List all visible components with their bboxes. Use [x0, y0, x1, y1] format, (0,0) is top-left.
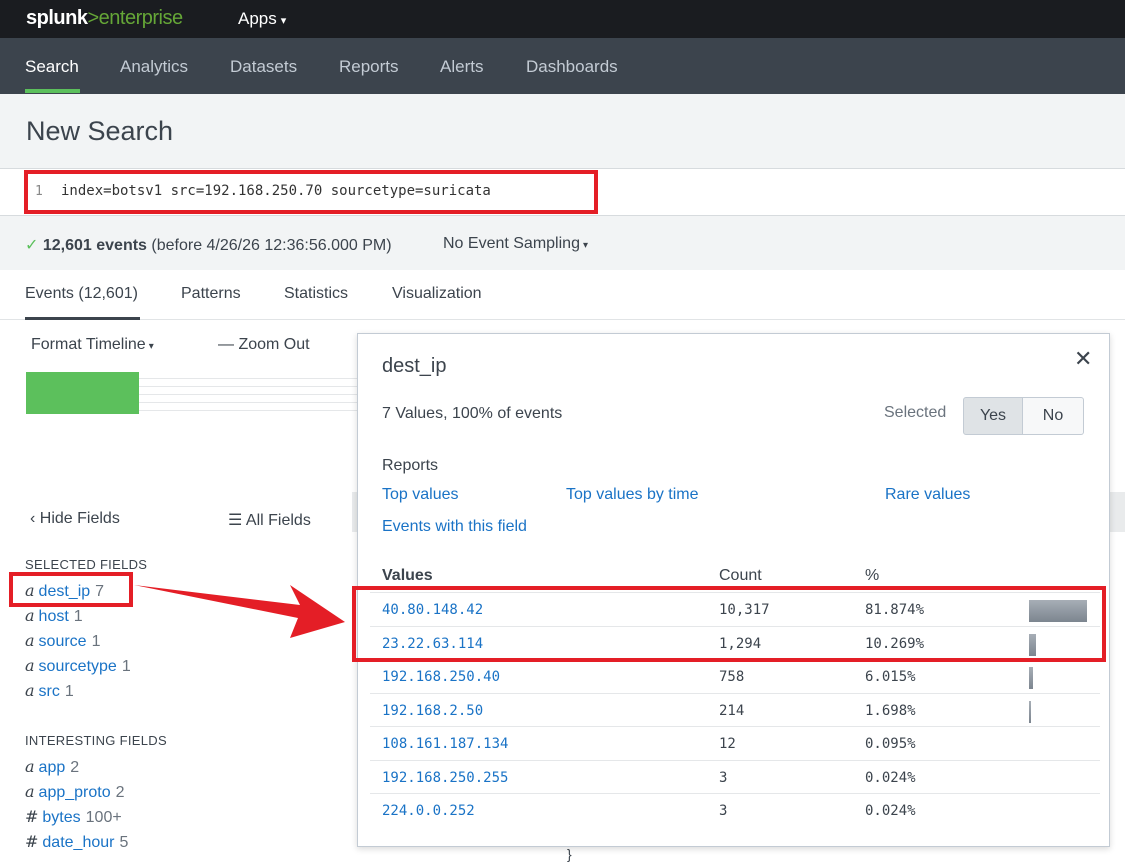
value-percent: 0.024% — [865, 769, 916, 786]
value-count: 758 — [719, 669, 745, 685]
field-app-proto[interactable]: a app_proto 2 — [25, 782, 125, 802]
count-column-header: Count — [719, 567, 762, 584]
event-count: 12,601 events — [42, 237, 147, 254]
value-count: 214 — [719, 702, 745, 719]
top-values-link[interactable]: Top values — [382, 486, 459, 504]
active-nav-indicator — [25, 89, 80, 93]
interesting-fields-heading: INTERESTING FIELDS — [25, 733, 167, 748]
field-sourcetype[interactable]: a sourcetype 1 — [25, 656, 131, 676]
popover-summary: 7 Values, 100% of events — [382, 405, 563, 422]
tab-statistics[interactable]: Statistics — [284, 285, 348, 303]
zoom-out-button[interactable]: — Zoom Out — [218, 336, 310, 354]
value-percent: 0.095% — [865, 736, 916, 752]
fields-sidebar: ‹ Hide Fields ☰ All Fields SELECTED FIEL… — [0, 492, 352, 862]
splunk-logo[interactable]: splunk>enterprise — [26, 7, 183, 30]
chevron-down-icon: ▾ — [280, 15, 287, 27]
value-bar — [1029, 700, 1031, 723]
table-row[interactable]: 224.0.0.252 3 0.024% — [370, 793, 1100, 827]
top-bar: splunk>enterprise Apps ▾ — [0, 0, 1125, 38]
timeline-gridline — [139, 402, 359, 403]
event-count-status: ✓ 12,601 events (before 4/26/26 12:36:56… — [25, 235, 392, 255]
values-highlight-box — [352, 586, 1106, 662]
apps-menu[interactable]: Apps ▾ — [238, 9, 286, 29]
nav-alerts[interactable]: Alerts — [440, 57, 483, 77]
field-highlight-box — [9, 572, 133, 607]
format-timeline-button[interactable]: Format Timeline ▾ — [31, 336, 154, 354]
value-link[interactable]: 108.161.187.134 — [382, 736, 508, 752]
list-icon: ☰ — [228, 512, 243, 529]
value-percent: 1.698% — [865, 702, 916, 719]
timeline-gridline — [139, 410, 359, 411]
popover-title: dest_ip — [382, 355, 447, 377]
chevron-left-icon: ‹ — [30, 510, 36, 527]
event-sampling-dropdown[interactable]: No Event Sampling ▾ — [443, 235, 588, 253]
value-bar — [1029, 667, 1034, 689]
chevron-down-icon: ▾ — [148, 341, 154, 352]
table-row[interactable]: 192.168.250.255 3 0.024% — [370, 759, 1100, 794]
selected-fields-heading: SELECTED FIELDS — [25, 557, 148, 572]
nav-datasets[interactable]: Datasets — [230, 57, 297, 77]
percent-column-header: % — [865, 567, 880, 584]
value-link[interactable]: 192.168.250.40 — [382, 669, 500, 685]
timeline-bar[interactable] — [26, 372, 139, 414]
nav-reports[interactable]: Reports — [339, 57, 399, 77]
top-values-by-time-link[interactable]: Top values by time — [566, 486, 699, 504]
nav-search[interactable]: Search — [25, 57, 79, 77]
reports-heading: Reports — [382, 457, 439, 474]
nav-analytics[interactable]: Analytics — [120, 57, 188, 77]
table-row[interactable]: 192.168.2.50 214 1.698% — [370, 692, 1100, 727]
field-host[interactable]: a host 1 — [25, 606, 83, 626]
selected-label: Selected — [884, 404, 947, 421]
field-src[interactable]: a src 1 — [25, 681, 74, 701]
close-icon[interactable]: ✕ — [1074, 346, 1092, 372]
timeline-gridline — [139, 378, 359, 379]
field-date-hour[interactable]: # date_hour 5 — [25, 832, 128, 852]
page-title: New Search — [26, 116, 174, 146]
tab-visualization[interactable]: Visualization — [392, 285, 482, 303]
nav-dashboards[interactable]: Dashboards — [526, 57, 618, 77]
field-bytes[interactable]: # bytes 100+ — [25, 807, 122, 827]
app-nav-bar: Search Analytics Datasets Reports Alerts… — [0, 38, 1125, 94]
events-with-field-link[interactable]: Events with this field — [382, 518, 527, 536]
value-link[interactable]: 224.0.0.252 — [382, 803, 475, 819]
chevron-down-icon: ▾ — [582, 240, 588, 251]
rare-values-link[interactable]: Rare values — [885, 486, 970, 504]
table-row[interactable]: 192.168.250.40 758 6.015% — [370, 659, 1100, 693]
timeline-gridline — [139, 386, 359, 387]
value-count: 12 — [719, 736, 736, 752]
value-percent: 6.015% — [865, 669, 916, 685]
field-source[interactable]: a source 1 — [25, 631, 100, 651]
results-tabs: Events (12,601) Patterns Statistics Visu… — [0, 270, 1125, 320]
value-percent: 0.024% — [865, 803, 916, 819]
all-fields-button[interactable]: ☰ All Fields — [228, 510, 311, 530]
selected-yes-button[interactable]: Yes — [963, 397, 1023, 435]
value-count: 3 — [719, 769, 728, 786]
value-link[interactable]: 192.168.2.50 — [382, 703, 483, 719]
selected-no-button[interactable]: No — [1023, 397, 1084, 435]
value-count: 3 — [719, 803, 728, 819]
event-time-range: (before 4/26/26 12:36:56.000 PM) — [151, 237, 392, 254]
value-link[interactable]: 192.168.250.255 — [382, 770, 508, 786]
field-app[interactable]: a app 2 — [25, 757, 79, 777]
table-row[interactable]: 108.161.187.134 12 0.095% — [370, 726, 1100, 760]
tab-patterns[interactable]: Patterns — [181, 285, 241, 303]
timeline-gridline — [139, 394, 359, 395]
hide-fields-button[interactable]: ‹ Hide Fields — [30, 510, 120, 528]
check-icon: ✓ — [25, 237, 39, 254]
event-brace: } — [567, 846, 572, 862]
values-column-header: Values — [382, 567, 433, 584]
tab-events[interactable]: Events (12,601) — [25, 285, 138, 303]
query-highlight-box — [24, 170, 598, 214]
